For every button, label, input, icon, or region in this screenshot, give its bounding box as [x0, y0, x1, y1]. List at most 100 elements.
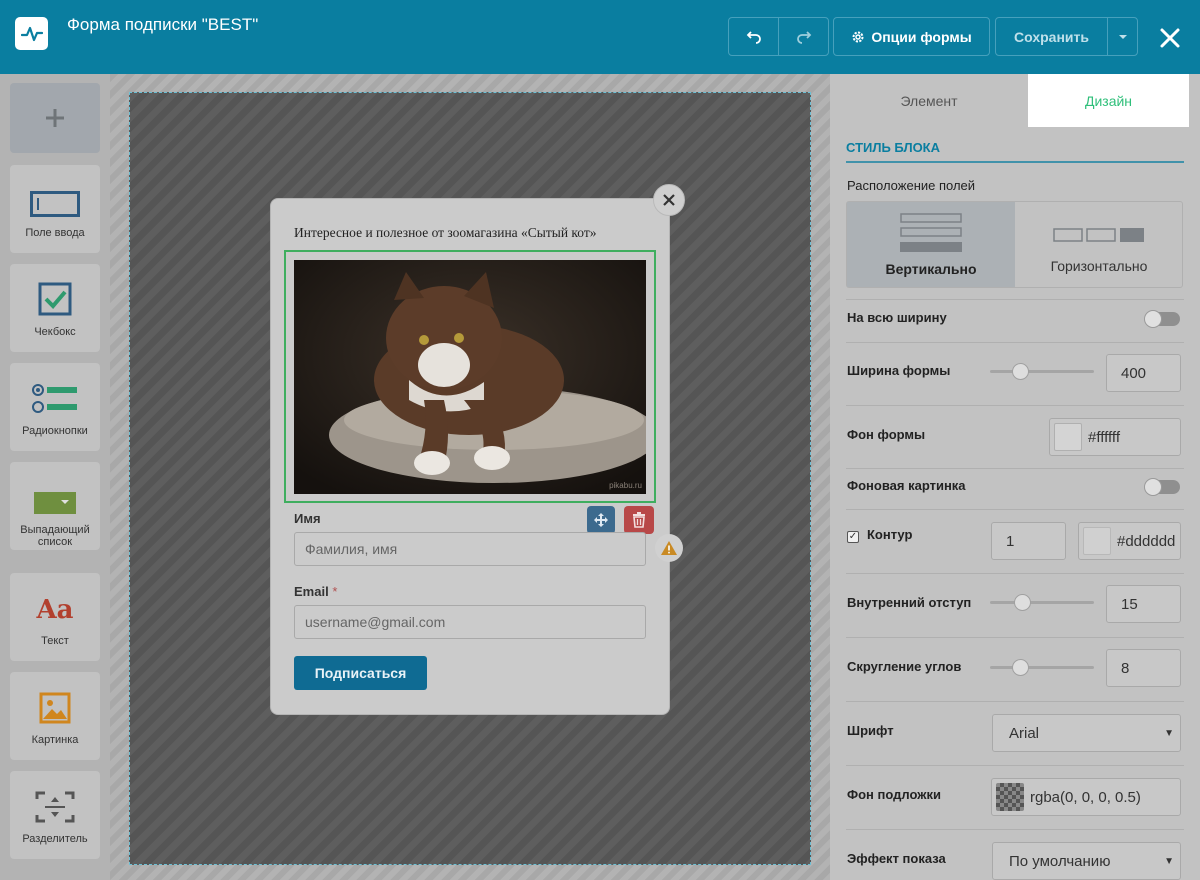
radius-slider[interactable] [990, 659, 1094, 676]
layout-horizontal-option[interactable]: Горизонтально [1015, 202, 1183, 287]
form-bg-color-input[interactable]: #ffffff [1049, 418, 1181, 456]
layout-horizontal-label: Горизонтально [1050, 258, 1148, 274]
form-close-button[interactable] [653, 184, 685, 216]
border-color-input[interactable]: #dddddd [1078, 522, 1181, 560]
dropdown-icon [34, 492, 76, 514]
transparent-swatch[interactable] [996, 783, 1024, 811]
plus-icon [46, 109, 64, 127]
chevron-down-icon [1118, 34, 1127, 39]
tab-element[interactable]: Элемент [830, 74, 1028, 127]
full-width-toggle[interactable] [1144, 310, 1180, 328]
section-title: СТИЛЬ БЛОКА [846, 140, 941, 155]
divider [846, 299, 1184, 300]
form-width-slider[interactable] [990, 363, 1094, 380]
sidebar-item-label: Поле ввода [25, 227, 85, 239]
sidebar-item-dropdown[interactable]: Выпадающий список [10, 462, 100, 550]
sidebar-item-label: Радиокнопки [22, 425, 88, 437]
full-width-label: На всю ширину [847, 310, 947, 325]
undo-icon [746, 30, 761, 44]
divider [846, 573, 1184, 574]
save-button[interactable]: Сохранить [995, 17, 1108, 56]
slider-knob[interactable] [1014, 594, 1031, 611]
border-label: Контур [867, 527, 913, 542]
sidebar-item-label: Выпадающий список [20, 524, 90, 548]
move-icon [594, 513, 608, 527]
form-options-button[interactable]: Опции формы [833, 17, 990, 56]
form-bg-value: #ffffff [1088, 428, 1120, 446]
sidebar-item-text[interactable]: Aa Текст [10, 573, 100, 661]
form-width-label: Ширина формы [847, 363, 951, 378]
app-logo-icon[interactable] [15, 17, 48, 50]
radius-input[interactable]: 8 [1106, 649, 1181, 687]
add-element-button[interactable] [10, 83, 100, 153]
sidebar-item-image[interactable]: Картинка [10, 672, 100, 760]
overlay-color-value: rgba(0, 0, 0, 0.5) [1030, 788, 1141, 806]
border-width-input[interactable]: 1 [991, 522, 1066, 560]
caret-down-icon: ▼ [1164, 855, 1174, 867]
horizontal-layout-icon [1053, 228, 1144, 242]
image-watermark: pikabu.ru [609, 481, 642, 490]
form-options-label: Опции формы [871, 28, 972, 45]
redo-button[interactable] [778, 17, 829, 56]
sidebar-item-separator[interactable]: Разделитель [10, 771, 100, 859]
tab-design[interactable]: Дизайн [1028, 74, 1189, 127]
warning-icon[interactable] [655, 534, 683, 562]
field-layout-selector: Вертикально Горизонтально [846, 201, 1183, 288]
divider [846, 405, 1184, 406]
text-icon: Aa [36, 595, 74, 625]
sidebar-item-label: Чекбокс [34, 326, 76, 338]
email-input[interactable]: username@gmail.com [294, 605, 646, 639]
sidebar-item-input-field[interactable]: Поле ввода [10, 165, 100, 253]
trash-icon [633, 512, 645, 528]
section-underline [846, 161, 1184, 163]
overlay-color-input[interactable]: rgba(0, 0, 0, 0.5) [991, 778, 1181, 816]
undo-button[interactable] [728, 17, 779, 56]
sidebar-item-radio-buttons[interactable]: Радиокнопки [10, 363, 100, 451]
properties-panel: Элемент Дизайн СТИЛЬ БЛОКА Расположение … [830, 74, 1200, 880]
name-input[interactable]: Фамилия, имя [294, 532, 646, 566]
font-label: Шрифт [847, 723, 894, 738]
required-mark: * [332, 584, 338, 599]
bg-image-toggle[interactable] [1144, 478, 1180, 496]
gear-icon [852, 31, 864, 42]
close-icon [663, 194, 675, 206]
separator-icon [35, 791, 75, 823]
padding-input[interactable]: 15 [1106, 585, 1181, 623]
email-label-text: Email [294, 584, 329, 599]
form-title: Форма подписки "BEST" [67, 15, 259, 34]
vertical-layout-icon [900, 213, 962, 252]
radius-label: Скругление углов [847, 659, 962, 674]
divider [846, 829, 1184, 830]
divider [846, 701, 1184, 702]
sidebar-item-checkbox[interactable]: Чекбокс [10, 264, 100, 352]
subscribe-button[interactable]: Подписаться [294, 656, 427, 690]
move-element-button[interactable] [587, 506, 615, 534]
color-swatch[interactable] [1083, 527, 1111, 555]
slider-knob[interactable] [1012, 363, 1029, 380]
font-select-value: Arial [1009, 724, 1040, 742]
form-bg-label: Фон формы [847, 427, 926, 442]
font-select[interactable]: Arial ▼ [992, 714, 1181, 752]
divider [846, 468, 1184, 469]
effect-label: Эффект показа [847, 851, 946, 866]
delete-element-button[interactable] [624, 506, 654, 534]
effect-select[interactable]: По умолчанию ▼ [992, 842, 1181, 880]
overlay-bg-label: Фон подложки [847, 787, 941, 802]
cat-photo[interactable]: pikabu.ru [294, 260, 646, 494]
color-swatch[interactable] [1054, 423, 1082, 451]
slider-knob[interactable] [1012, 659, 1029, 676]
name-field-label: Имя [294, 511, 321, 526]
layout-vertical-option[interactable]: Вертикально [847, 202, 1015, 287]
sidebar-item-label: Разделитель [22, 833, 88, 845]
form-width-input[interactable]: 400 [1106, 354, 1181, 392]
elements-sidebar: Поле ввода Чекбокс Радиокнопки Выпадающи… [0, 74, 110, 880]
redo-icon [796, 30, 811, 44]
padding-slider[interactable] [990, 594, 1094, 611]
form-heading[interactable]: Интересное и полезное от зоомагазина «Сы… [294, 225, 597, 241]
border-checkbox[interactable]: ✓ [847, 531, 859, 543]
close-editor-button[interactable] [1152, 20, 1188, 56]
caret-down-icon: ▼ [1164, 727, 1174, 739]
divider [846, 765, 1184, 766]
email-field-label: Email * [294, 584, 337, 599]
save-options-dropdown[interactable] [1107, 17, 1138, 56]
